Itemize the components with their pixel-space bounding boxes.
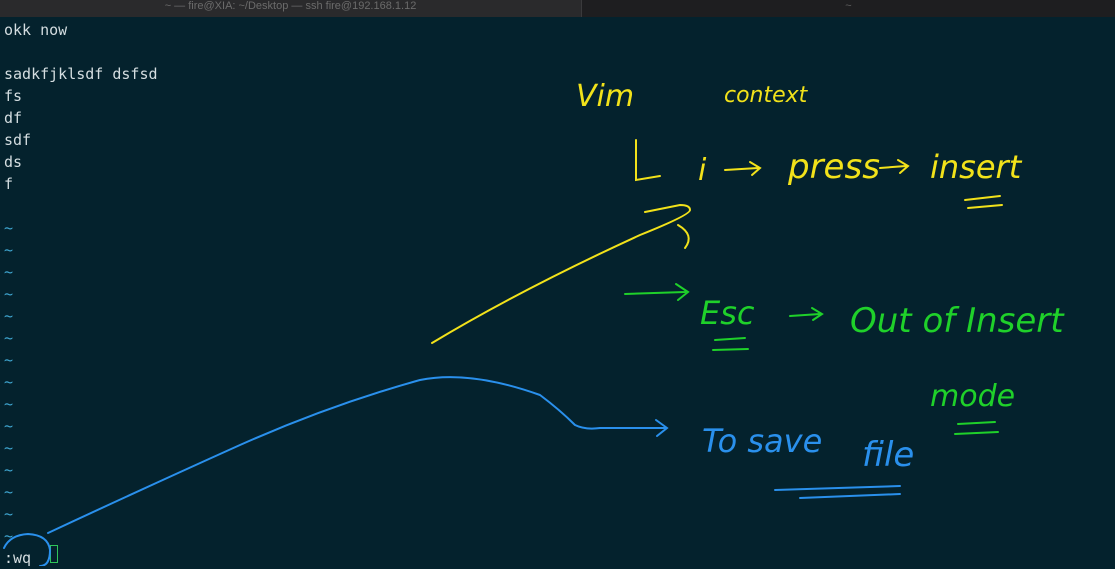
yellow-underline [964, 195, 1003, 209]
blue-arrow-line [47, 376, 666, 534]
annotation-esc: Esc [700, 294, 755, 332]
annotation-press: press [787, 147, 880, 187]
yellow-arrow-hook [677, 224, 690, 249]
annotation-context: context [724, 83, 809, 108]
annotation-out-of-insert: Out of Insert [850, 301, 1065, 341]
green-arrow-right-icon [789, 307, 824, 321]
yellow-arrow-right-icon [724, 161, 762, 176]
blue-underline [774, 485, 901, 499]
annotation-i: i [698, 153, 707, 188]
green-arrow-right-icon [624, 283, 690, 301]
annotation-mode: mode [930, 379, 1015, 414]
yellow-arrow-right-icon [879, 159, 910, 174]
yellow-arrow-line [431, 203, 692, 344]
annotation-file: file [862, 435, 914, 475]
handwritten-annotations: Vim context i press insert Esc Out of In… [3, 79, 1065, 566]
yellow-branch-arrow [635, 139, 661, 182]
annotation-vim: Vim [576, 79, 634, 114]
blue-circle-around-command [3, 532, 52, 566]
green-underline [712, 337, 749, 351]
annotation-insert: insert [930, 148, 1023, 186]
annotation-to-save: To save [702, 422, 822, 460]
green-underline [954, 421, 999, 435]
